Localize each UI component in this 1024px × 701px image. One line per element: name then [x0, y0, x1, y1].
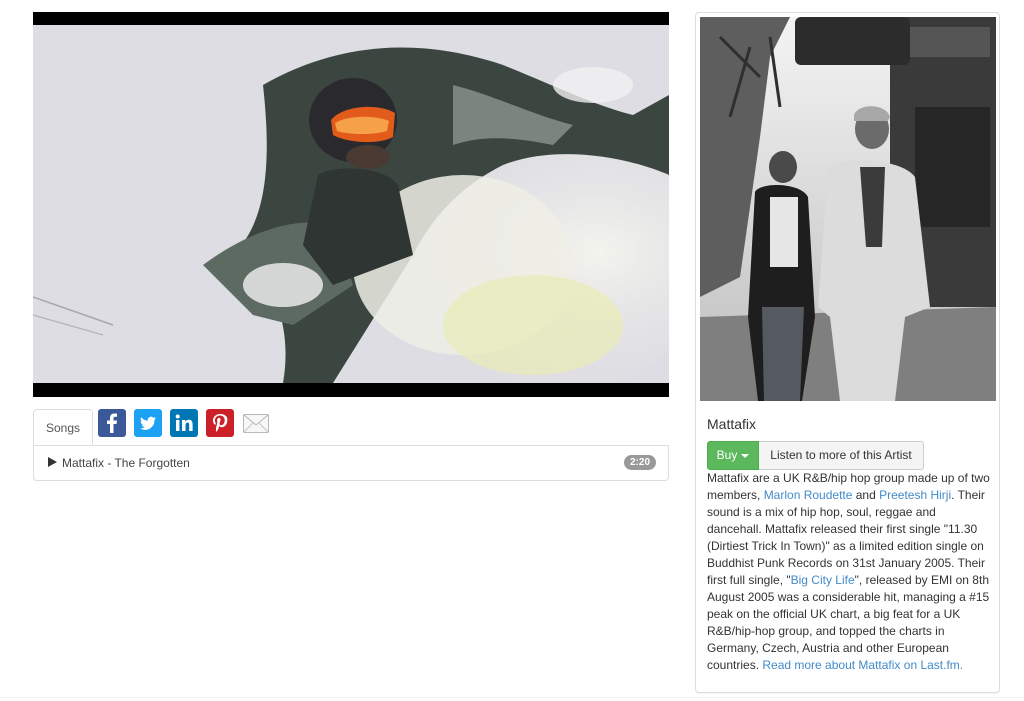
pinterest-share-button[interactable]: [206, 409, 234, 437]
linkedin-icon: [170, 409, 198, 437]
listen-more-button[interactable]: Listen to more of this Artist: [759, 441, 924, 470]
caret-down-icon: [741, 453, 750, 458]
link-preetesh-hirji[interactable]: Preetesh Hirji: [879, 488, 951, 502]
email-icon: [243, 414, 269, 433]
video-frame[interactable]: [33, 25, 669, 383]
play-icon[interactable]: [48, 457, 57, 467]
bio-text: and: [852, 488, 880, 502]
link-big-city-life[interactable]: Big City Life: [791, 573, 855, 587]
artist-photo: [700, 17, 996, 401]
facebook-icon: [98, 409, 126, 437]
twitter-icon: [134, 409, 162, 437]
video-still: [33, 25, 669, 383]
facebook-share-button[interactable]: [98, 409, 126, 437]
artist-bio: Mattafix are a UK R&B/hip hop group made…: [707, 470, 992, 674]
video-player[interactable]: [33, 12, 669, 397]
tab-songs[interactable]: Songs: [33, 409, 93, 445]
page-bottom-divider: [0, 697, 1024, 698]
song-duration-badge: 2:20: [623, 455, 656, 470]
read-more-lastfm-link[interactable]: Read more about Mattafix on Last.fm.: [762, 658, 963, 672]
song-row[interactable]: Mattafix - The Forgotten 2:20: [34, 446, 668, 480]
email-share-button[interactable]: [242, 409, 270, 437]
artist-photo-image: [700, 17, 996, 401]
artist-name: Mattafix: [707, 416, 757, 432]
twitter-share-button[interactable]: [134, 409, 162, 437]
pinterest-icon: [206, 409, 234, 437]
artist-card: Mattafix Buy Listen to more of this Arti…: [695, 12, 1000, 693]
link-marlon-roudette[interactable]: Marlon Roudette: [764, 488, 853, 502]
songs-panel: Mattafix - The Forgotten 2:20: [33, 446, 669, 481]
buy-button[interactable]: Buy: [707, 441, 759, 470]
tab-strip: Songs: [33, 409, 669, 446]
song-title[interactable]: Mattafix - The Forgotten: [62, 456, 190, 470]
linkedin-share-button[interactable]: [170, 409, 198, 437]
buy-button-label: Buy: [716, 448, 738, 462]
